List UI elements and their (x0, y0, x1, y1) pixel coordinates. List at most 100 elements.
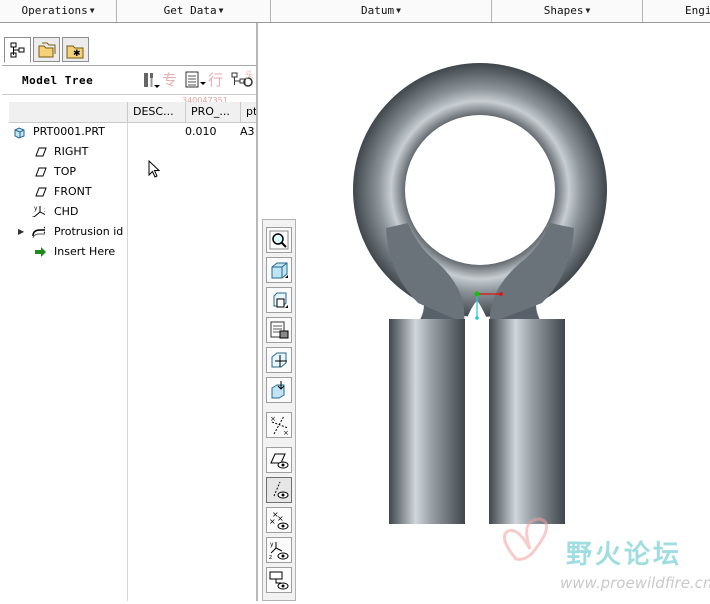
protrusion-icon (32, 226, 45, 238)
tree-row-insert-here[interactable]: Insert Here (9, 242, 127, 262)
svg-text:x: x (44, 207, 45, 214)
tree-row-csys[interactable]: y x z CHD (9, 202, 127, 222)
axis-cross-icon: × × (270, 415, 289, 436)
column-pro[interactable]: PRO_... (185, 102, 240, 122)
tree-row-label: Insert Here (54, 245, 116, 258)
view-toolbar: × × × × × y z (262, 219, 296, 601)
model-tree: PRT0001.PRT 0.010 A3 RIGHT TOP FRONT y C… (9, 122, 256, 601)
model-tree-header: Model Tree 专 行 头 (2, 65, 256, 95)
gap-between-legs (465, 301, 489, 524)
datum-axis-display-button[interactable] (266, 477, 292, 503)
show-settings-icon[interactable] (184, 70, 208, 90)
zoom-icon (269, 230, 289, 250)
watermark-url: www.proewildfire.cn (560, 574, 710, 592)
shading-button[interactable] (266, 257, 292, 283)
point-eye-icon: × × × (269, 510, 289, 530)
tree-row-label: Protrusion id 43 (54, 225, 127, 238)
navigator-panel: ✱ Model Tree 专 行 头 340047351 DESC... PRO… (0, 23, 258, 601)
coordinate-system-icon: y x z (32, 205, 45, 217)
svg-text:专: 专 (162, 71, 177, 89)
svg-text:×: × (270, 415, 276, 423)
tree-row-label: RIGHT (54, 145, 89, 158)
svg-text:y: y (34, 205, 38, 212)
right-leg (489, 319, 565, 524)
tree-row-datum-right[interactable]: RIGHT (9, 142, 127, 162)
tree-row-label: CHD (54, 205, 79, 218)
svg-text:z: z (269, 554, 272, 561)
model-tree-column-header: DESC... PRO_... pt (9, 102, 256, 123)
datum-plane-icon (35, 147, 47, 157)
tree-row-pro-value: 0.010 (185, 125, 217, 138)
column-desc[interactable]: DESC... (127, 102, 185, 122)
favorites-icon: ✱ (66, 45, 84, 59)
menu-label: Get Data (163, 4, 217, 17)
tree-row-pt-value: A3 (240, 125, 255, 138)
tree-row-label: PRT0001.PRT (33, 125, 105, 138)
menu-label: Engi (685, 4, 710, 17)
spin-center-button[interactable] (266, 347, 292, 373)
menu-datum[interactable]: Datum ▼ (271, 0, 492, 22)
datum-point-display-button[interactable]: × × × (266, 507, 292, 533)
svg-text:行: 行 (208, 71, 223, 89)
view-cube-icon (273, 292, 288, 308)
menu-operations[interactable]: Operations ▼ (0, 0, 117, 22)
svg-text:✱: ✱ (73, 49, 81, 59)
datum-plane-icon (35, 187, 47, 197)
tree-row-label: TOP (54, 165, 77, 178)
favorites-tab[interactable]: ✱ (62, 37, 89, 62)
folder-browser-tab[interactable] (33, 37, 60, 62)
svg-text:头: 头 (245, 70, 254, 81)
left-leg (389, 319, 465, 524)
filter-icon[interactable]: 头 (230, 70, 256, 90)
model-tree-tab[interactable] (4, 37, 31, 63)
column-pt[interactable]: pt (240, 102, 256, 122)
menu-engineering[interactable]: Engi (643, 0, 710, 22)
watermark-glyph-icon: 专 (162, 71, 177, 89)
datum-axis-button[interactable]: × × (266, 412, 292, 438)
annotation-display-button[interactable] (266, 567, 292, 593)
chevron-down-icon: ▼ (89, 6, 95, 15)
model-tree-icon (10, 42, 25, 58)
layer-table-icon (270, 321, 289, 339)
expand-triangle-icon[interactable]: ▶ (18, 222, 24, 242)
zoom-button[interactable] (266, 227, 292, 253)
menu-get-data[interactable]: Get Data ▼ (117, 0, 271, 22)
graphics-window[interactable] (258, 23, 710, 601)
navigator-tabs: ✱ (2, 37, 258, 63)
model-tree-title: Model Tree (22, 74, 94, 87)
tree-row-protrusion[interactable]: ▶ Protrusion id 43 (9, 222, 127, 242)
menu-bar: Operations ▼ Get Data ▼ Datum ▼ Shapes ▼ Eng… (0, 0, 710, 23)
orient-icon (271, 381, 285, 399)
svg-text:×: × (269, 517, 276, 526)
menu-label: Operations (21, 4, 88, 17)
loop-hole (405, 115, 555, 265)
csys-eye-icon: y z (269, 541, 289, 561)
insert-arrow-icon (35, 247, 46, 257)
chevron-down-icon: ▼ (585, 6, 591, 15)
svg-text:z: z (32, 215, 35, 217)
orient-button[interactable] (266, 377, 292, 403)
axis-eye-icon (273, 481, 289, 499)
tree-row-datum-front[interactable]: FRONT (9, 182, 127, 202)
watermark-text: 野火论坛 (566, 540, 683, 570)
csys-display-button[interactable]: y z (266, 537, 292, 563)
svg-text:×: × (283, 429, 289, 436)
datum-plane-eye-icon (270, 453, 289, 469)
tree-row-datum-top[interactable]: TOP (9, 162, 127, 182)
tree-row-part[interactable]: PRT0001.PRT 0.010 A3 (9, 122, 256, 142)
tools-icon[interactable] (141, 70, 161, 90)
folder-icon (38, 42, 56, 58)
svg-text:×: × (277, 514, 284, 523)
watermark-logo (502, 517, 549, 561)
shaded-cube-icon (271, 262, 288, 279)
layer-button[interactable] (266, 317, 292, 343)
menu-label: Shapes (543, 4, 584, 17)
chevron-down-icon: ▼ (396, 6, 401, 15)
datum-plane-icon (35, 167, 47, 177)
datum-plane-display-button[interactable] (266, 447, 292, 473)
annotation-eye-icon (269, 571, 289, 590)
saved-view-button[interactable] (266, 287, 292, 313)
part-icon (14, 127, 25, 139)
menu-shapes[interactable]: Shapes ▼ (492, 0, 643, 22)
spin-center-icon (271, 352, 287, 368)
